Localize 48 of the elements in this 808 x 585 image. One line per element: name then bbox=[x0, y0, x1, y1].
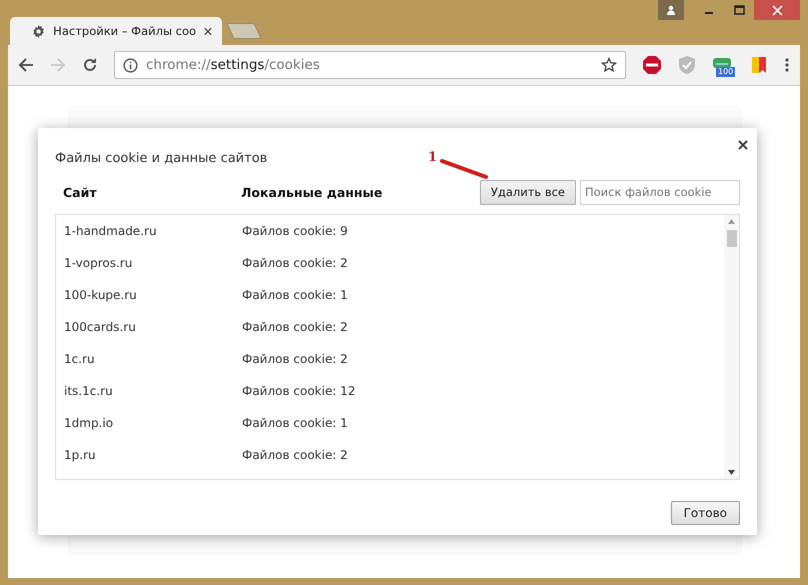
done-button[interactable]: Готово bbox=[670, 500, 740, 524]
dialog-title: Файлы cookie и данные сайтов bbox=[55, 150, 268, 166]
close-icon[interactable] bbox=[204, 26, 212, 36]
maximize-icon bbox=[734, 5, 744, 15]
close-window-button[interactable] bbox=[754, 0, 800, 20]
search-field[interactable]: Поиск файлов cookie bbox=[580, 180, 740, 204]
site-name: 100-kupe.ru bbox=[63, 288, 138, 302]
scroll-up-icon bbox=[728, 219, 735, 224]
cookie-count: Файлов cookie: 1 bbox=[242, 288, 349, 302]
cookie-count: Файлов cookie: 12 bbox=[242, 384, 356, 398]
site-name: 1-handmade.ru bbox=[63, 224, 158, 238]
scrollbar-thumb[interactable] bbox=[726, 230, 736, 247]
close-icon[interactable] bbox=[738, 140, 748, 150]
site-name: 1dmp.io bbox=[63, 416, 114, 430]
scrollbar[interactable] bbox=[724, 215, 739, 479]
site-name: 1p.ru bbox=[63, 448, 97, 462]
address-bar[interactable]: chrome://settings/cookies bbox=[114, 51, 626, 79]
site-name: 100cards.ru bbox=[63, 320, 137, 334]
stop-sign-icon[interactable] bbox=[642, 55, 662, 75]
reload-icon[interactable] bbox=[82, 57, 98, 73]
cookie-count: Файлов cookie: 2 bbox=[242, 256, 349, 270]
back-icon[interactable] bbox=[18, 57, 34, 73]
person-icon bbox=[666, 5, 676, 15]
cookie-count: Файлов cookie: 1 bbox=[242, 416, 349, 430]
extension-badge: 100 bbox=[716, 67, 736, 77]
site-name: 1c.ru bbox=[63, 352, 96, 366]
scroll-down-icon bbox=[728, 470, 735, 475]
site-name: its.1c.ru bbox=[63, 384, 114, 398]
browser-tab[interactable]: Настройки – Файлы coo bbox=[10, 17, 222, 45]
cookie-count: Файлов cookie: 2 bbox=[242, 352, 349, 366]
cookie-count: Файлов cookie: 2 bbox=[242, 320, 349, 334]
column-header: Сайт bbox=[62, 184, 98, 200]
cookie-count: Файлов cookie: 2 bbox=[242, 448, 349, 462]
star-icon[interactable] bbox=[601, 57, 617, 73]
settings-icon bbox=[32, 24, 46, 38]
extension-button[interactable]: 100 bbox=[712, 53, 734, 77]
delete-all-button[interactable]: Удалить все bbox=[480, 180, 576, 204]
site-name: 1-vopros.ru bbox=[63, 256, 134, 270]
minimize-icon bbox=[705, 12, 713, 14]
info-icon bbox=[123, 58, 138, 72]
column-header: Локальные данные bbox=[241, 184, 384, 200]
cookie-count: Файлов cookie: 9 bbox=[242, 224, 349, 238]
address-text: chrome://settings/cookies bbox=[146, 57, 321, 73]
bookmark-flag-icon[interactable] bbox=[750, 55, 768, 75]
profile-button[interactable] bbox=[658, 0, 684, 20]
annotation-number: 1 bbox=[428, 150, 438, 165]
menu-icon[interactable] bbox=[784, 57, 790, 73]
close-icon bbox=[772, 4, 782, 16]
